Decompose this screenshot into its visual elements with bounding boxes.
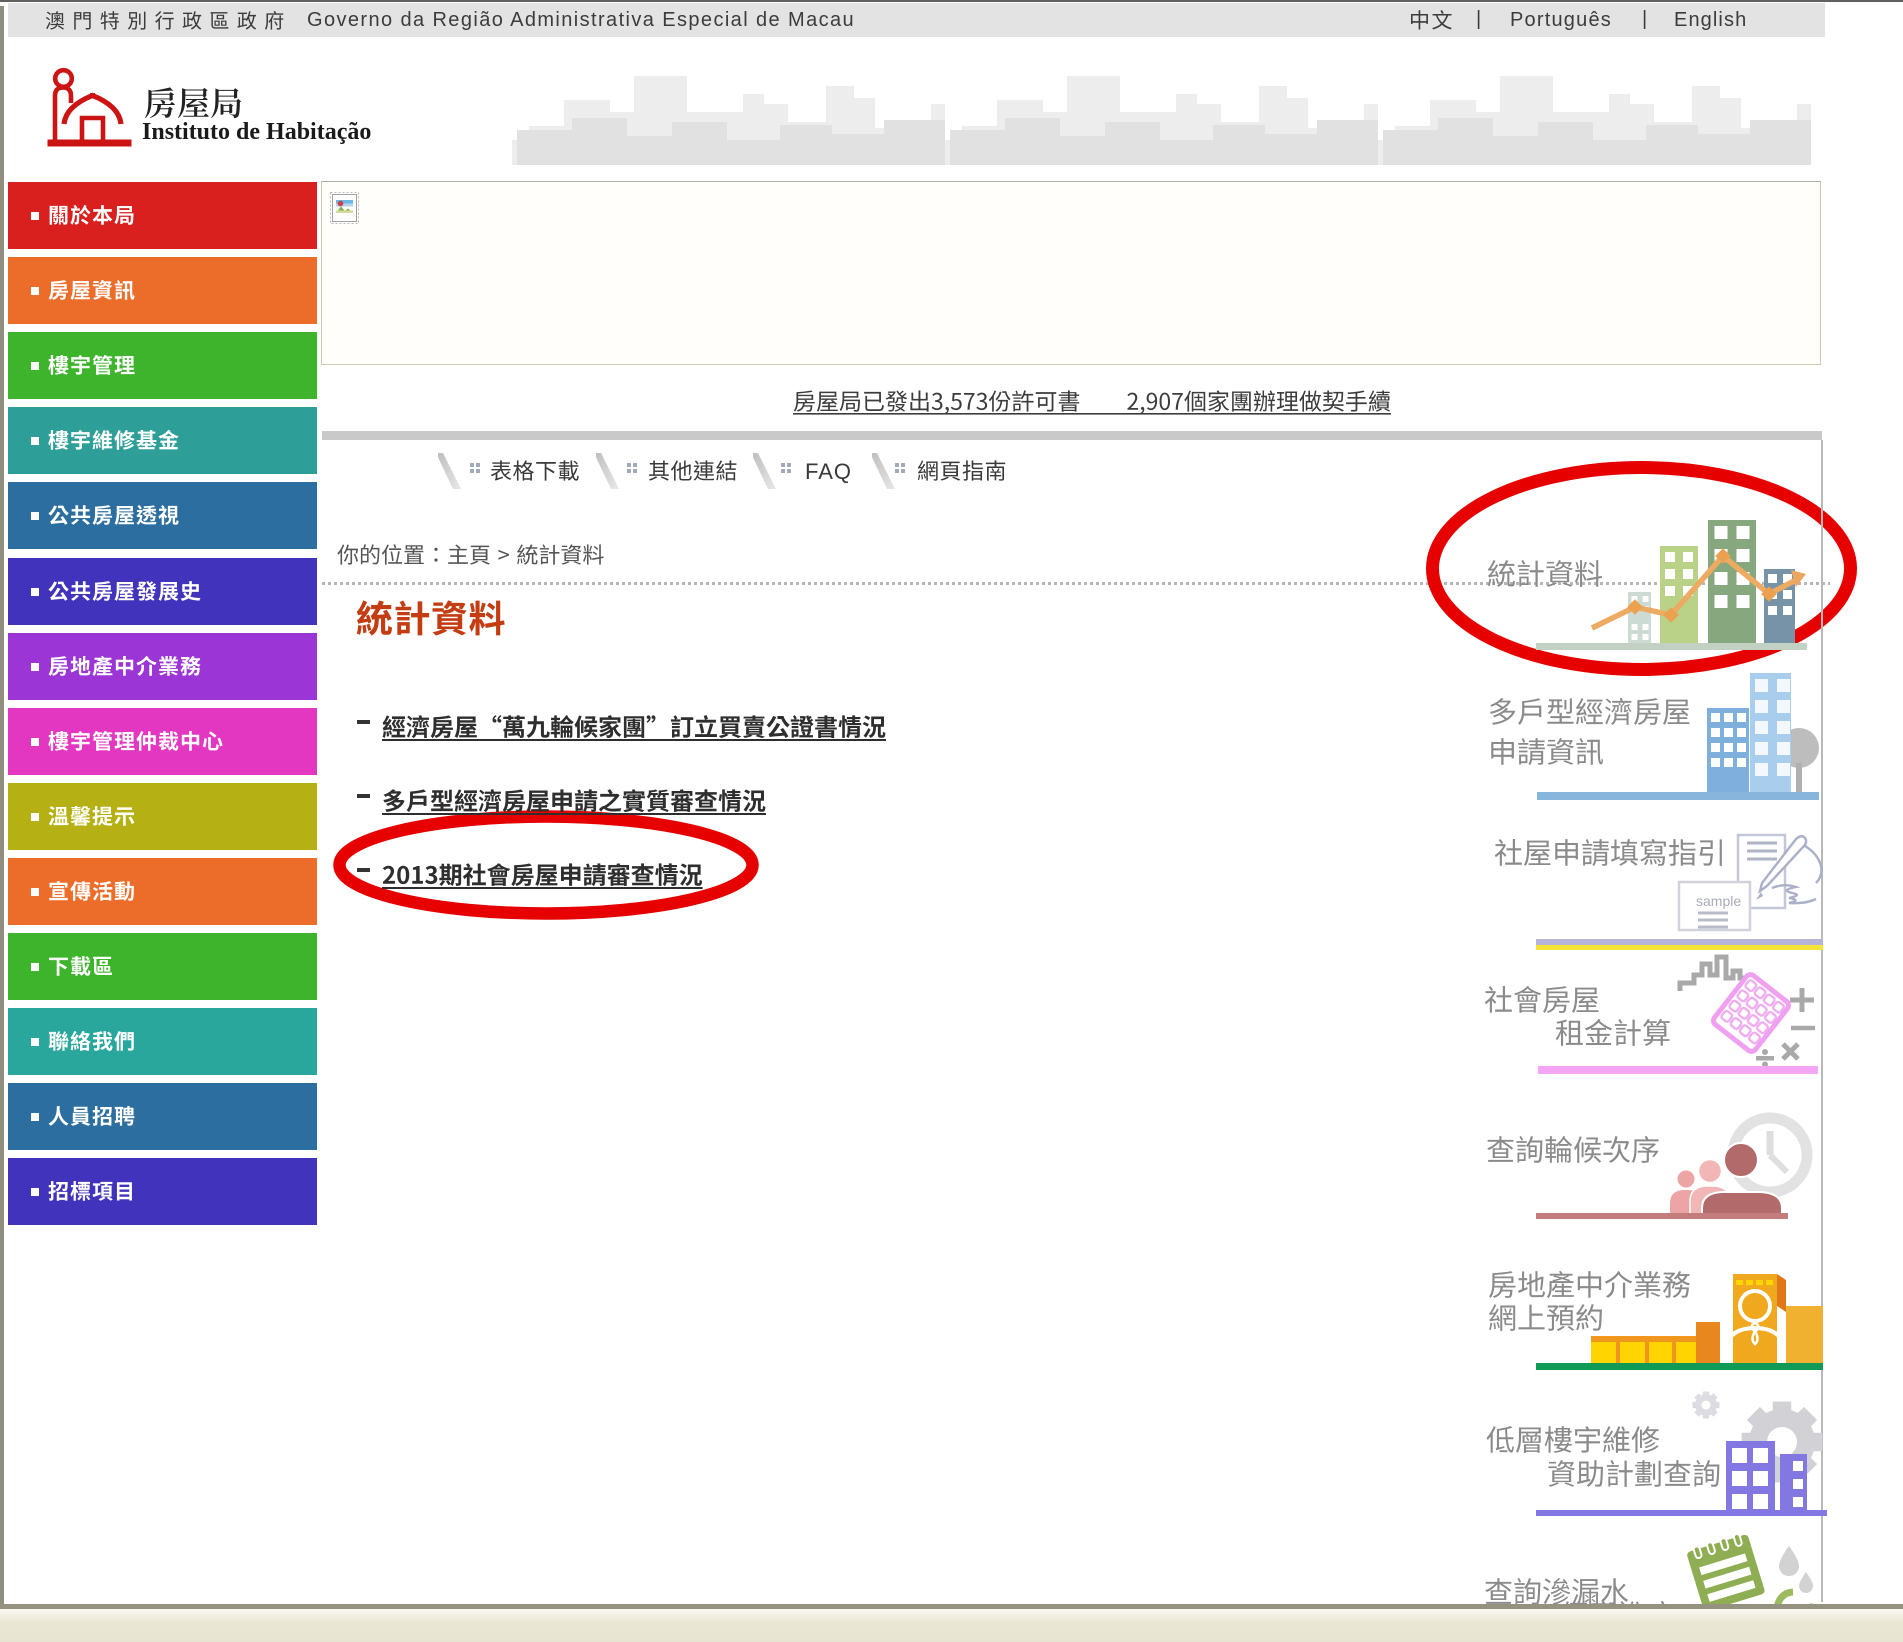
- svg-text:sample: sample: [1696, 893, 1741, 909]
